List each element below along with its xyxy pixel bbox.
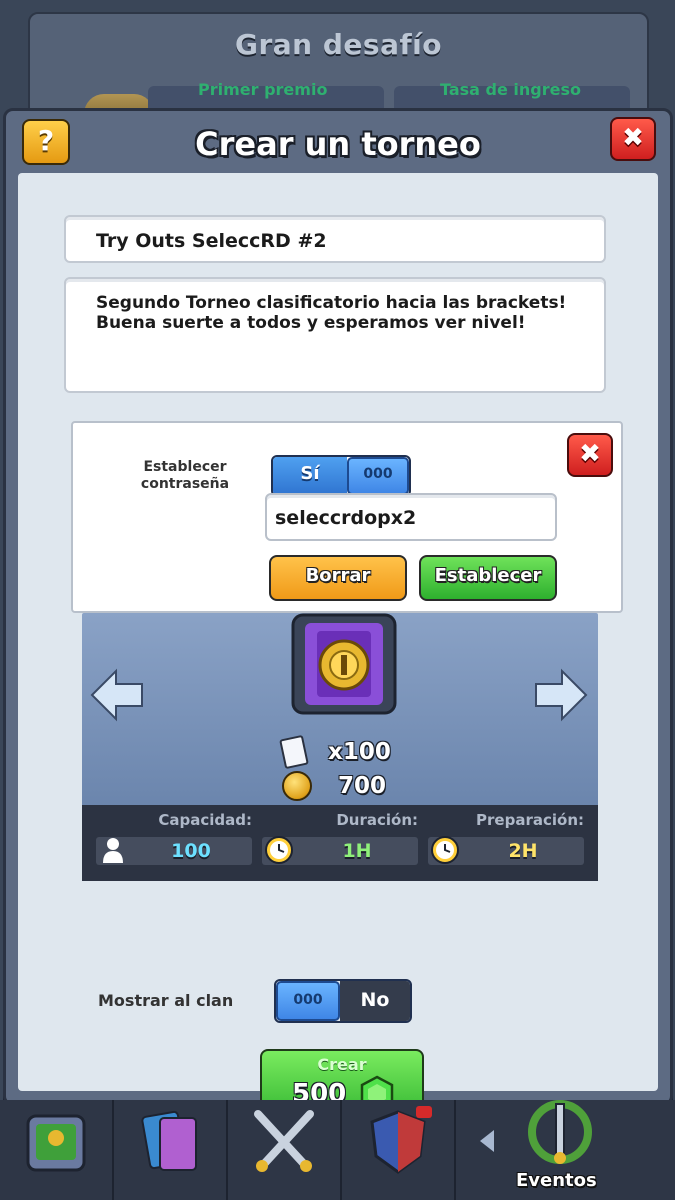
preparation-box: 2H	[428, 836, 584, 865]
duration-stat: Duración: 1H	[262, 805, 418, 865]
set-password-label: Establecer contraseña	[140, 459, 230, 492]
clock-icon	[431, 836, 459, 864]
cards-icon	[141, 1110, 197, 1171]
nav-tab-clan[interactable]	[342, 1100, 456, 1200]
create-button-label: Crear	[317, 1055, 367, 1074]
nav-tab-events-label[interactable]: Eventos	[516, 1170, 597, 1191]
show-to-clan-toggle-off-label: No	[340, 981, 410, 1021]
nav-tab-cards[interactable]	[114, 1100, 228, 1200]
preparation-value: 2H	[508, 840, 538, 862]
gold-reward-value: 700	[338, 773, 387, 799]
gold-coin-icon	[282, 771, 312, 801]
nav-tab-shop[interactable]	[0, 1100, 114, 1200]
gold-reward-row: 700	[282, 771, 386, 801]
clan-shield-icon	[370, 1106, 432, 1174]
bottom-navigation: Eventos	[0, 1100, 675, 1200]
tournament-stats-bar: Capacidad: 100 Duración: 1H Preparación:…	[82, 805, 598, 881]
password-close-button[interactable]: ✖	[567, 433, 613, 477]
reward-chest-panel: x100 700 Capacidad: 100 Duración: 1H Pre…	[82, 613, 598, 881]
create-tournament-modal: ? Crear un torneo ✖ Try Outs SeleccRD #2…	[3, 108, 673, 1125]
password-popup: Establecer contraseña Sí 000 seleccrdopx…	[71, 421, 623, 613]
set-password-button[interactable]: Establecer	[419, 555, 557, 601]
preparation-stat: Preparación: 2H	[428, 805, 584, 865]
shop-chest-icon	[26, 1114, 86, 1172]
password-toggle-on-label: Sí	[273, 457, 347, 495]
challenge-title: Gran desafío	[235, 28, 442, 61]
show-to-clan-toggle-knob[interactable]: 000	[276, 981, 340, 1021]
modal-content: Try Outs SeleccRD #2 Segundo Torneo clas…	[18, 173, 658, 1125]
capacity-box: 100	[96, 837, 252, 865]
nav-left-arrow-icon	[480, 1130, 494, 1152]
capacity-value: 100	[171, 840, 211, 862]
duration-value: 1H	[342, 840, 372, 862]
player-icon	[103, 838, 123, 863]
crossed-swords-icon	[254, 1110, 314, 1172]
clear-button[interactable]: Borrar	[269, 555, 407, 601]
cards-icon	[279, 734, 309, 770]
nav-tab-battle[interactable]	[228, 1100, 342, 1200]
show-to-clan-label: Mostrar al clan	[98, 991, 234, 1010]
capacity-label: Capacidad:	[158, 811, 252, 829]
events-laurel-icon	[528, 1100, 592, 1164]
entry-fee-label: Tasa de ingreso	[440, 80, 581, 99]
cards-reward-value: x100	[328, 739, 391, 765]
clock-icon	[265, 836, 293, 864]
password-toggle-knob[interactable]: 000	[347, 457, 409, 495]
tournament-chest-icon	[291, 613, 397, 715]
modal-close-button[interactable]: ✖	[610, 117, 656, 161]
duration-label: Duración:	[336, 811, 418, 829]
previous-arrow-icon[interactable]	[90, 668, 144, 722]
password-toggle[interactable]: Sí 000	[271, 455, 411, 497]
capacity-stat: Capacidad: 100	[96, 805, 252, 865]
preparation-label: Preparación:	[476, 811, 584, 829]
modal-title: Crear un torneo	[195, 125, 481, 163]
tournament-description-input[interactable]: Segundo Torneo clasificatorio hacia las …	[64, 277, 606, 393]
show-to-clan-toggle[interactable]: 000 No	[274, 979, 412, 1023]
cards-reward-row: x100	[279, 734, 391, 770]
password-input[interactable]: seleccrdopx2	[265, 493, 557, 541]
duration-box: 1H	[262, 836, 418, 865]
tournament-name-input[interactable]: Try Outs SeleccRD #2	[64, 215, 606, 263]
next-arrow-icon[interactable]	[534, 668, 588, 722]
first-prize-label: Primer premio	[198, 80, 328, 99]
